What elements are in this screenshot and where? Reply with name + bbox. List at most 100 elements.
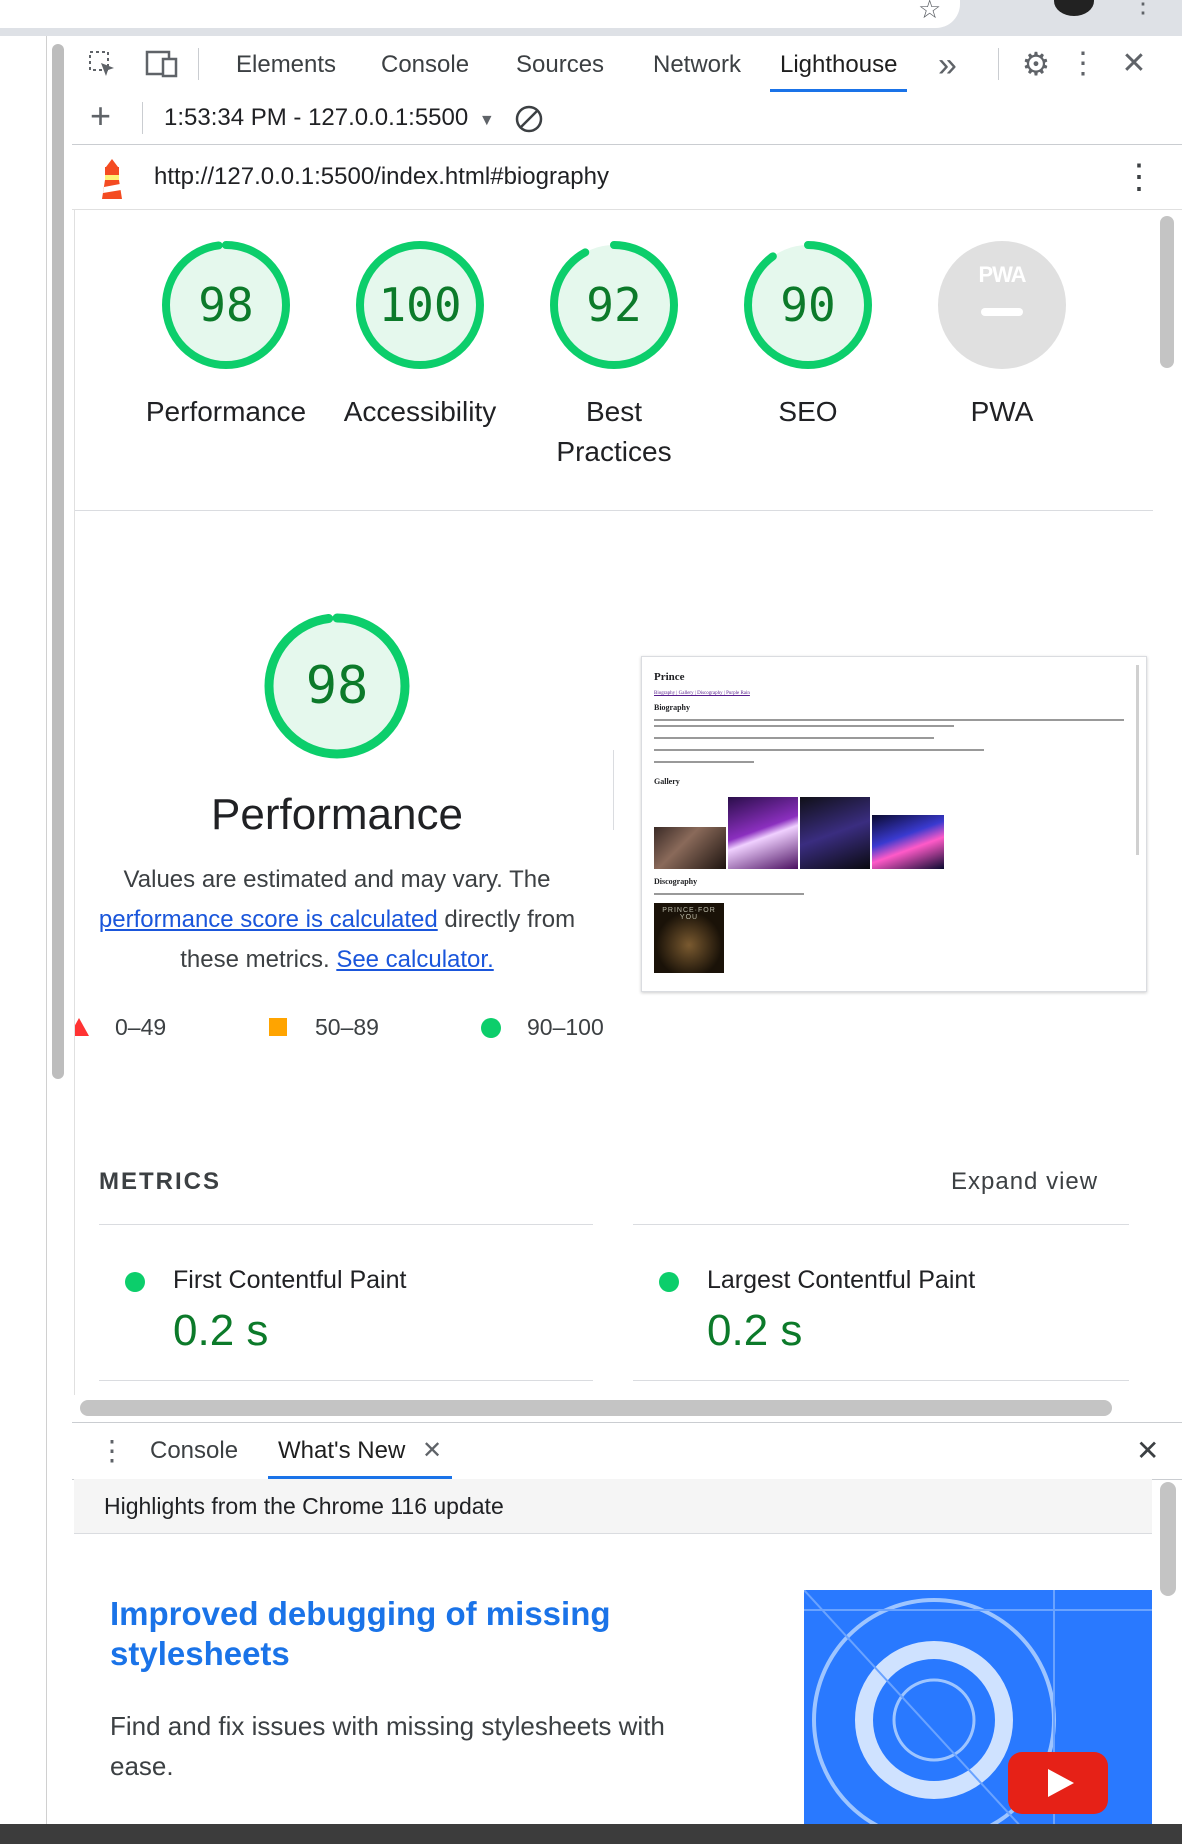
drawer-tab-console[interactable]: Console <box>150 1423 238 1479</box>
browser-tab-area <box>0 0 960 28</box>
lighthouse-logo-icon <box>96 157 128 206</box>
performance-title: Performance <box>211 790 463 839</box>
score-seo[interactable]: 90 SEO <box>713 240 903 432</box>
page-scrollbar[interactable] <box>50 44 66 1079</box>
drawer-tab-whats-new[interactable]: What's New ✕ <box>268 1423 453 1479</box>
article-video-thumbnail[interactable] <box>804 1590 1152 1824</box>
desc-text: directly from <box>444 906 576 933</box>
thumb-gallery-photo-3 <box>800 797 870 869</box>
gauge-accessibility: 100 <box>355 240 485 370</box>
report-selector[interactable]: 1:53:34 PM - 127.0.0.1:5500 ▼ <box>164 92 495 144</box>
close-tab-icon[interactable]: ✕ <box>422 1437 442 1464</box>
expand-view-button[interactable]: Expand view <box>951 1168 1098 1196</box>
close-drawer-icon[interactable]: ✕ <box>1136 1423 1159 1479</box>
tab-console[interactable]: Console <box>381 36 469 92</box>
performance-description: Values are estimated and may vary. The p… <box>81 860 593 980</box>
legend-pass-icon <box>481 1018 501 1038</box>
thumb-bio-text <box>654 719 1124 763</box>
thumb-gallery-photo-4 <box>872 815 944 869</box>
legend-average-icon <box>269 1018 287 1036</box>
thumb-site-title: Prince <box>654 671 685 683</box>
gauge-label: SEO <box>778 396 838 427</box>
tab-lighthouse[interactable]: Lighthouse <box>770 36 908 92</box>
article-description: Find and fix issues with missing stylesh… <box>110 1711 665 1781</box>
whats-new-header-text: Highlights from the Chrome 116 update <box>104 1493 504 1519</box>
metric-value: 0.2 s <box>173 1306 269 1355</box>
os-taskbar <box>0 1824 1182 1844</box>
whats-new-body: Improved debugging of missing stylesheet… <box>74 1534 1152 1824</box>
tab-sources[interactable]: Sources <box>516 36 604 92</box>
pwa-badge-icon: PWA <box>937 240 1067 370</box>
performance-gauge-large: 98 <box>263 612 411 760</box>
gauge-label: Best Practices <box>556 396 672 467</box>
drawer-scrollbar[interactable] <box>1160 1482 1176 1596</box>
gauge-score: 90 <box>780 278 836 332</box>
gauge-performance: 98 <box>161 240 291 370</box>
tab-network[interactable]: Network <box>653 36 741 92</box>
legend-pass-label: 90–100 <box>527 1014 604 1040</box>
drawer-menu-icon[interactable]: ⋮ <box>98 1423 126 1479</box>
youtube-play-icon[interactable] <box>1008 1752 1108 1814</box>
report-horizontal-scrollbar[interactable] <box>80 1400 1112 1416</box>
gauge-label: Accessibility <box>343 396 497 427</box>
metric-largest-contentful-paint: Largest Contentful Paint 0.2 s <box>633 1226 1129 1390</box>
score-performance[interactable]: 98 Performance <box>131 240 321 432</box>
legend-average-label: 50–89 <box>315 1014 379 1040</box>
gauge-label: PWA <box>970 396 1034 427</box>
gauge-label: Performance <box>145 396 307 427</box>
score-accessibility[interactable]: 100 Accessibility <box>325 240 515 432</box>
report-menu-icon[interactable]: ⋮ <box>1122 145 1156 209</box>
gauge-score: 98 <box>198 278 254 332</box>
drawer-toolbar: ⋮ Console What's New ✕ ✕ <box>72 1422 1182 1480</box>
settings-gear-icon[interactable]: ⚙ <box>1016 36 1056 92</box>
browser-menu-icon[interactable]: ⋮ <box>1130 0 1156 19</box>
drawer-tab-label: What's New <box>278 1437 406 1464</box>
new-report-icon[interactable]: + <box>90 96 111 136</box>
gauge-best-practices: 92 <box>549 240 679 370</box>
thumb-disco-heading: Discography <box>654 877 698 886</box>
metric-name: First Contentful Paint <box>173 1266 407 1294</box>
more-tabs-icon[interactable]: » <box>938 36 957 92</box>
lighthouse-report: 98 Performance 100 Accessibility 92 Best… <box>74 210 1153 1395</box>
report-url-bar: http://127.0.0.1:5500/index.html#biograp… <box>72 145 1182 210</box>
bookmark-star-icon[interactable]: ☆ <box>918 0 941 25</box>
clear-reports-icon[interactable] <box>514 104 544 139</box>
inspect-element-icon[interactable] <box>84 36 120 98</box>
lighthouse-toolbar: + 1:53:34 PM - 127.0.0.1:5500 ▼ <box>72 92 1182 145</box>
gauge-score: 92 <box>586 278 642 332</box>
pass-dot-icon <box>125 1272 145 1292</box>
gauge-seo: 90 <box>743 240 873 370</box>
thumb-album-text: PRINCE·FOR YOU <box>662 907 716 921</box>
close-devtools-icon[interactable]: ✕ <box>1114 36 1154 92</box>
desc-text: Values are estimated and may vary. The <box>123 866 551 893</box>
article-title[interactable]: Improved debugging of missing stylesheet… <box>110 1594 670 1674</box>
browser-top-strip: ☆ ⋮ <box>0 0 1182 36</box>
report-url: http://127.0.0.1:5500/index.html#biograp… <box>154 163 609 190</box>
pwa-badge-text: PWA <box>978 262 1026 287</box>
metrics-title: METRICS <box>99 1168 221 1195</box>
thumb-gallery-photo-2 <box>728 797 798 869</box>
final-screenshot[interactable]: Prince Biography | Gallery | Discography… <box>641 656 1147 992</box>
metric-name: Largest Contentful Paint <box>707 1266 976 1294</box>
metric-first-contentful-paint: First Contentful Paint 0.2 s <box>99 1226 593 1390</box>
thumb-bio-heading: Biography <box>654 703 691 712</box>
legend-fail-icon <box>75 1018 89 1036</box>
thumb-album-cover: PRINCE·FOR YOU <box>654 903 724 973</box>
score-calculated-link[interactable]: performance score is calculated <box>99 906 438 933</box>
page-left-gutter <box>0 36 47 1844</box>
pass-dot-icon <box>659 1272 679 1292</box>
performance-score: 98 <box>305 656 369 716</box>
score-best-practices[interactable]: 92 Best Practices <box>519 240 709 472</box>
report-vertical-scrollbar[interactable] <box>1160 210 1178 1395</box>
desc-text: these metrics. <box>180 946 330 973</box>
devtools-toolbar: Elements Console Sources Network Lightho… <box>72 36 1182 93</box>
profile-avatar[interactable] <box>1054 0 1094 16</box>
device-toolbar-icon[interactable] <box>142 36 182 97</box>
see-calculator-link[interactable]: See calculator. <box>336 946 493 973</box>
metric-value: 0.2 s <box>707 1306 803 1355</box>
tab-elements[interactable]: Elements <box>236 36 336 92</box>
chevron-down-icon: ▼ <box>478 112 495 129</box>
customize-menu-icon[interactable]: ⋮ <box>1068 36 1098 92</box>
legend-fail-label: 0–49 <box>115 1014 167 1040</box>
score-pwa[interactable]: PWA PWA <box>907 240 1097 432</box>
